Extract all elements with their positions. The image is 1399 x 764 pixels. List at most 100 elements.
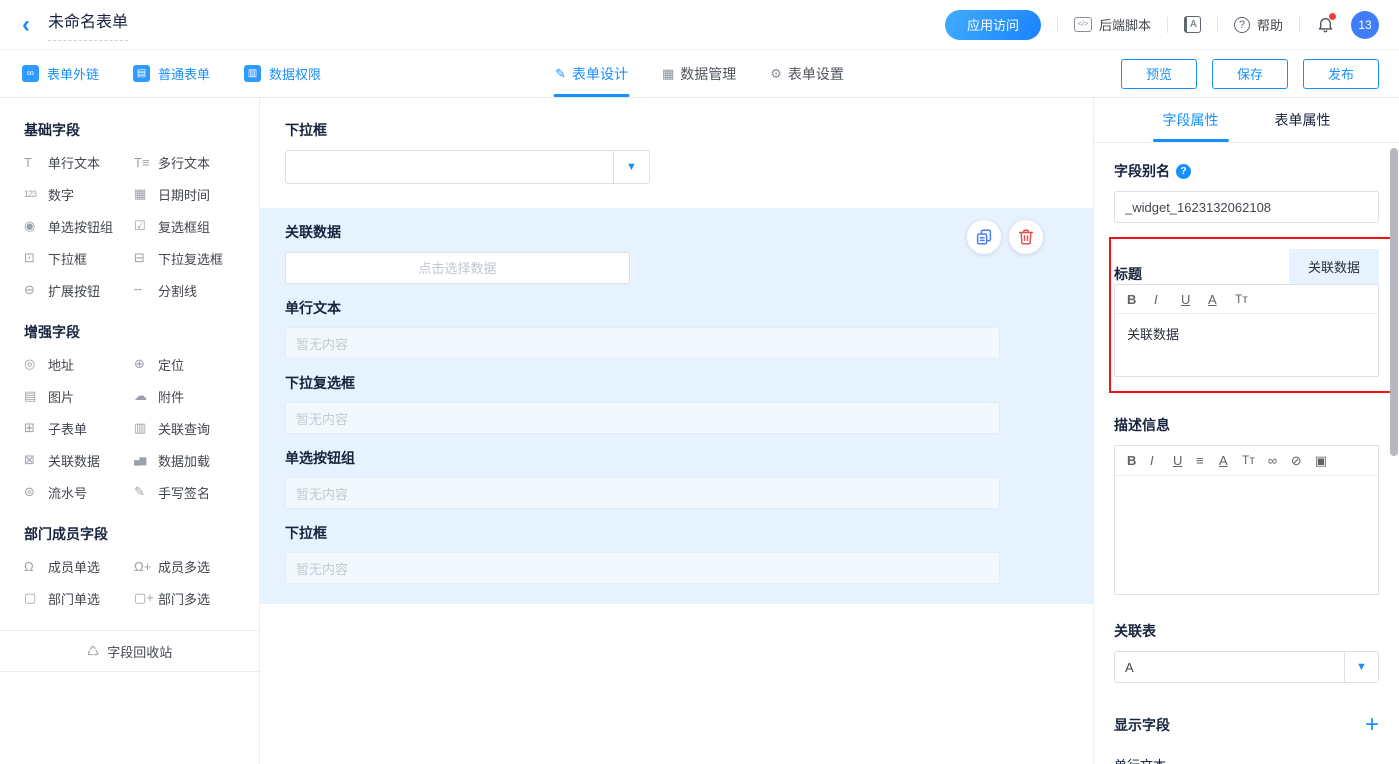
backend-script-button[interactable]: </> 后端脚本 bbox=[1074, 15, 1151, 34]
sidebar-item-data-load[interactable]: ▄▆数据加载 bbox=[134, 444, 259, 476]
multi-select-icon: ⊟ bbox=[134, 250, 158, 266]
widget-dropdown[interactable]: 下拉框 ▼ bbox=[260, 98, 1093, 198]
tab-label: 表单设计 bbox=[572, 64, 628, 84]
help-button[interactable]: ? 帮助 bbox=[1234, 15, 1283, 34]
sidebar-item-extend-button[interactable]: ⊖扩展按钮 bbox=[24, 274, 134, 306]
related-table-select[interactable]: A ▼ bbox=[1114, 651, 1379, 683]
title-editor-content[interactable]: 关联数据 bbox=[1115, 314, 1378, 376]
bold-icon[interactable]: B bbox=[1127, 453, 1137, 469]
field-recycle-bin-button[interactable]: ♺ 字段回收站 bbox=[0, 630, 259, 672]
related-table-value: A bbox=[1115, 652, 1344, 682]
data-permission-button[interactable]: ▥ 数据权限 bbox=[244, 64, 321, 83]
font-size-icon[interactable]: Tᴛ bbox=[1235, 292, 1248, 307]
dropdown-select[interactable]: ▼ bbox=[285, 150, 650, 184]
tab-form-settings[interactable]: ⚙ 表单设置 bbox=[770, 50, 844, 97]
sidebar-item-single-line-text[interactable]: T单行文本 bbox=[24, 146, 134, 178]
geolocation-icon: ⊕ bbox=[134, 356, 158, 372]
tab-field-properties[interactable]: 字段属性 bbox=[1163, 98, 1219, 142]
font-color-icon[interactable]: A bbox=[1219, 453, 1229, 469]
widget-related-data-selected[interactable]: 关联数据 单行文本 暂无内容 下拉复选框 暂无内容 单选按钮组 暂无内容 下拉框… bbox=[260, 208, 1093, 604]
unlink-icon[interactable]: ⊘ bbox=[1291, 453, 1302, 469]
item-label: 地址 bbox=[48, 355, 74, 374]
sidebar-item-dept-single[interactable]: ▢部门单选 bbox=[24, 582, 134, 614]
related-data-picker-input[interactable] bbox=[285, 252, 630, 284]
data-load-icon: ▄▆ bbox=[134, 455, 158, 466]
font-color-icon[interactable]: A bbox=[1208, 292, 1218, 307]
font-size-icon[interactable]: Tᴛ bbox=[1242, 453, 1255, 469]
display-field-item[interactable]: 单行文本 bbox=[1114, 755, 1379, 764]
single-line-text-icon: T bbox=[24, 155, 48, 170]
delete-widget-button[interactable] bbox=[1009, 220, 1043, 254]
bold-icon[interactable]: B bbox=[1127, 292, 1137, 307]
form-settings-icon: ⚙ bbox=[770, 66, 782, 82]
backend-script-label: 后端脚本 bbox=[1099, 15, 1151, 34]
sidebar-item-member-multi[interactable]: Ω+成员多选 bbox=[134, 550, 259, 582]
item-label: 日期时间 bbox=[158, 185, 210, 204]
publish-button[interactable]: 发布 bbox=[1303, 59, 1379, 89]
app-access-button[interactable]: 应用访问 bbox=[945, 10, 1041, 40]
sidebar-item-divider-line[interactable]: ╌分割线 bbox=[134, 274, 259, 306]
tab-form-properties[interactable]: 表单属性 bbox=[1275, 98, 1331, 142]
underline-icon[interactable]: U bbox=[1181, 292, 1191, 307]
title-source-chip[interactable]: 关联数据 bbox=[1289, 249, 1379, 284]
scrollbar-thumb[interactable] bbox=[1390, 148, 1398, 456]
multi-line-text-icon: T≡ bbox=[134, 155, 158, 170]
number-icon: 123 bbox=[24, 189, 48, 199]
align-icon[interactable]: ≡ bbox=[1196, 453, 1206, 469]
sidebar-item-number[interactable]: 123数字 bbox=[24, 178, 134, 210]
top-header: ‹ 未命名表单 应用访问 </> 后端脚本 A ? 帮助 13 bbox=[0, 0, 1399, 50]
sidebar-item-member-single[interactable]: Ω成员单选 bbox=[24, 550, 134, 582]
chevron-down-icon: ▼ bbox=[1344, 652, 1378, 682]
italic-icon[interactable]: I bbox=[1150, 453, 1160, 469]
help-icon[interactable]: ? bbox=[1176, 164, 1191, 179]
sidebar-item-multi-select[interactable]: ⊟下拉复选框 bbox=[134, 242, 259, 274]
preview-button[interactable]: 预览 bbox=[1121, 59, 1197, 89]
italic-icon[interactable]: I bbox=[1154, 292, 1164, 307]
address-icon: ◎ bbox=[24, 356, 48, 372]
save-button[interactable]: 保存 bbox=[1212, 59, 1288, 89]
sidebar-item-radio-group[interactable]: ◉单选按钮组 bbox=[24, 210, 134, 242]
widget-label: 下拉框 bbox=[285, 120, 1068, 140]
sidebar-item-serial-number[interactable]: ⊜流水号 bbox=[24, 476, 134, 508]
sidebar-item-geolocation[interactable]: ⊕定位 bbox=[134, 348, 259, 380]
sidebar-item-image[interactable]: ▤图片 bbox=[24, 380, 134, 412]
form-canvas[interactable]: 下拉框 ▼ bbox=[260, 98, 1093, 764]
notification-bell-icon[interactable] bbox=[1316, 15, 1335, 35]
glossary-icon[interactable]: A bbox=[1184, 16, 1201, 33]
sidebar-item-checkbox-group[interactable]: ☑复选框组 bbox=[134, 210, 259, 242]
link-icon[interactable]: ∞ bbox=[1268, 453, 1278, 469]
sidebar-item-select[interactable]: ⊡下拉框 bbox=[24, 242, 134, 274]
field-alias-input[interactable] bbox=[1114, 191, 1379, 223]
radio-icon: ◉ bbox=[24, 218, 48, 234]
tab-data-management[interactable]: ▦ 数据管理 bbox=[662, 50, 736, 97]
sidebar-item-related-query[interactable]: ▥关联查询 bbox=[134, 412, 259, 444]
sidebar-item-subform[interactable]: ⊞子表单 bbox=[24, 412, 134, 444]
description-editor-content[interactable] bbox=[1115, 476, 1378, 594]
sidebar-item-related-data[interactable]: ⊠关联数据 bbox=[24, 444, 134, 476]
add-display-field-button[interactable]: + bbox=[1365, 713, 1379, 737]
copy-widget-button[interactable] bbox=[967, 220, 1001, 254]
item-label: 成员多选 bbox=[158, 557, 210, 576]
normal-form-button[interactable]: ▤ 普通表单 bbox=[133, 64, 210, 83]
form-external-link-button[interactable]: ∞ 表单外链 bbox=[22, 64, 99, 83]
underline-icon[interactable]: U bbox=[1173, 453, 1183, 469]
tab-form-design[interactable]: ✎ 表单设计 bbox=[555, 50, 628, 97]
description-rich-editor[interactable]: B I U ≡ A Tᴛ ∞ ⊘ ▣ bbox=[1114, 445, 1379, 595]
sidebar-item-address[interactable]: ◎地址 bbox=[24, 348, 134, 380]
insert-image-icon[interactable]: ▣ bbox=[1315, 453, 1327, 469]
form-title[interactable]: 未命名表单 bbox=[48, 8, 128, 41]
sidebar-item-datetime[interactable]: ▦日期时间 bbox=[134, 178, 259, 210]
sidebar-item-attachment[interactable]: ☁附件 bbox=[134, 380, 259, 412]
tab-label: 表单设置 bbox=[788, 64, 844, 84]
subfield-empty-value: 暂无内容 bbox=[285, 477, 1000, 509]
sidebar-item-multi-line-text[interactable]: T≡多行文本 bbox=[134, 146, 259, 178]
sidebar-item-dept-multi[interactable]: ▢+部门多选 bbox=[134, 582, 259, 614]
back-icon[interactable]: ‹ bbox=[22, 13, 30, 37]
sidebar-item-signature[interactable]: ✎手写签名 bbox=[134, 476, 259, 508]
bar-chart-icon: ▥ bbox=[244, 65, 261, 82]
section-title-enhanced-fields: 增强字段 bbox=[24, 322, 259, 342]
avatar[interactable]: 13 bbox=[1351, 11, 1379, 39]
item-label: 手写签名 bbox=[158, 483, 210, 502]
title-rich-editor[interactable]: B I U A Tᴛ 关联数据 bbox=[1114, 284, 1379, 377]
item-label: 单选按钮组 bbox=[48, 217, 113, 236]
